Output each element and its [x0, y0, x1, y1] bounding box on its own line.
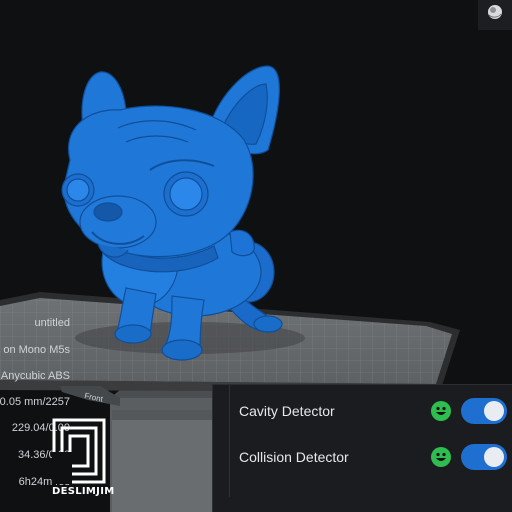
info-printer: on Mono M5s: [3, 344, 70, 356]
cavity-detector-label: Cavity Detector: [239, 403, 335, 419]
cavity-detector-toggle[interactable]: [461, 398, 507, 424]
info-material: Anycubic ABS: [0, 370, 70, 382]
cavity-detector-row: Cavity Detector: [239, 398, 512, 424]
collision-detector-toggle[interactable]: [461, 444, 507, 470]
smiley-ok-icon: [431, 401, 451, 421]
detectors-panel: Cavity Detector Collision Detector: [212, 384, 512, 512]
collision-detector-label: Collision Detector: [239, 449, 349, 465]
watermark-text: DESLIMJIM: [52, 486, 115, 497]
collision-detector-row: Collision Detector: [239, 444, 512, 470]
info-layer-height: 0.05 mm/2257: [0, 396, 70, 408]
smiley-ok-icon: [431, 447, 451, 467]
info-file-name: untitled: [34, 317, 70, 329]
view-cube-button[interactable]: [478, 0, 512, 30]
panel-divider: [229, 385, 230, 497]
sphere-view-icon: [488, 5, 502, 19]
